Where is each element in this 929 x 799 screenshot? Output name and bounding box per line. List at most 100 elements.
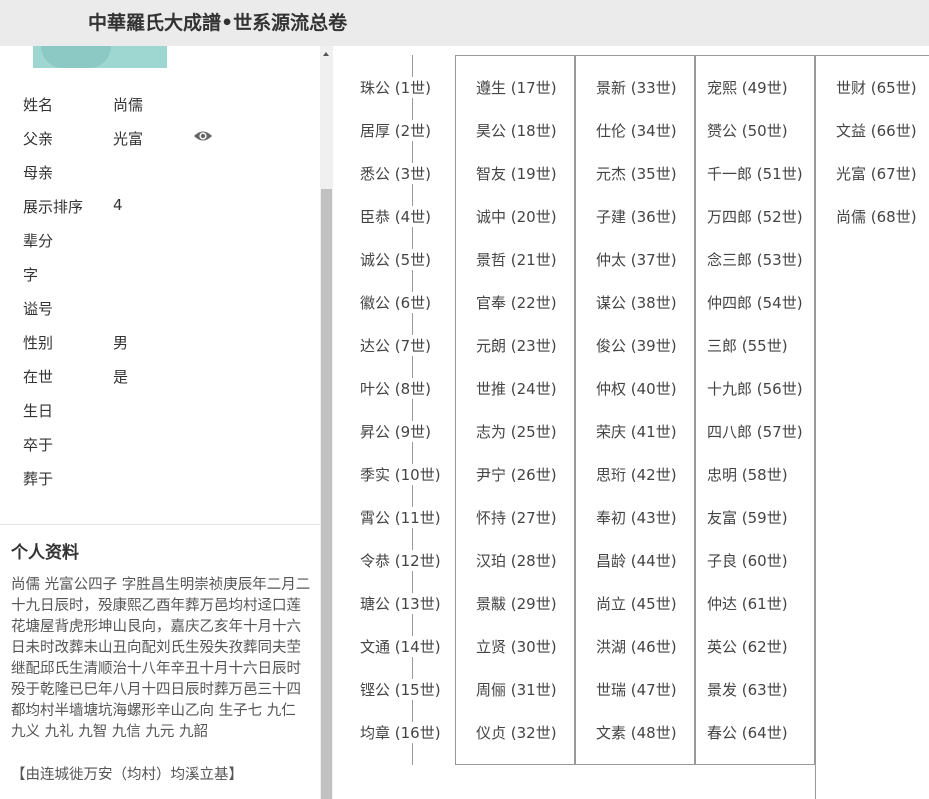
scroll-thumb[interactable] xyxy=(321,189,332,799)
lineage-node[interactable]: 官奉 (22世) xyxy=(474,292,559,313)
lineage-node[interactable]: 奉初 (43世) xyxy=(594,507,679,528)
field-label: 谥号 xyxy=(23,300,54,318)
lineage-node[interactable]: 尹宁 (26世) xyxy=(474,464,559,485)
field-value: 男 xyxy=(113,334,129,352)
scroll-up-arrow-icon[interactable] xyxy=(323,52,329,56)
lineage-node[interactable]: 忠明 (58世) xyxy=(705,464,790,485)
lineage-node[interactable]: 世财 (65世) xyxy=(834,77,919,98)
field-row: 母亲 xyxy=(0,162,320,196)
field-value: 是 xyxy=(113,368,129,386)
lineage-node[interactable]: 仪贞 (32世) xyxy=(474,722,559,743)
lineage-node[interactable]: 赟公 (50世) xyxy=(705,120,790,141)
lineage-node[interactable]: 昊公 (18世) xyxy=(474,120,559,141)
field-row: 姓名 尚儒 xyxy=(0,94,320,128)
field-row: 字 xyxy=(0,264,320,298)
lineage-node[interactable]: 仲四郎 (54世) xyxy=(705,292,805,313)
lineage-node[interactable]: 俊公 (39世) xyxy=(594,335,679,356)
lineage-node[interactable]: 念三郎 (53世) xyxy=(705,249,805,270)
lineage-node[interactable]: 诚公 (5世) xyxy=(358,249,434,270)
lineage-node[interactable]: 季实 (10世) xyxy=(358,464,443,485)
person-panel: 姓名 尚儒 父亲 光富 母亲 展示排序 4 辈分字谥号 性别 男在世 是生日 卒于 葬于 个人资料 尚儒… xyxy=(0,46,320,799)
lineage-node[interactable]: 遵生 (17世) xyxy=(474,77,559,98)
lineage-node[interactable]: 三郎 (55世) xyxy=(705,335,790,356)
lineage-node[interactable]: 仲达 (61世) xyxy=(705,593,790,614)
lineage-node[interactable]: 霄公 (11世) xyxy=(358,507,443,528)
lineage-node[interactable]: 叶公 (8世) xyxy=(358,378,434,399)
lineage-node[interactable]: 万四郎 (52世) xyxy=(705,206,805,227)
field-label: 字 xyxy=(23,266,39,284)
lineage-node[interactable]: 周俪 (31世) xyxy=(474,679,559,700)
eye-icon[interactable] xyxy=(193,129,213,143)
lineage-node[interactable]: 子良 (60世) xyxy=(705,550,790,571)
lineage-node[interactable]: 昌龄 (44世) xyxy=(594,550,679,571)
lineage-node[interactable]: 宠熙 (49世) xyxy=(705,77,790,98)
lineage-node[interactable]: 昇公 (9世) xyxy=(358,421,434,442)
field-label: 母亲 xyxy=(23,164,54,182)
lineage-node[interactable]: 十九郎 (56世) xyxy=(705,378,805,399)
field-value: 4 xyxy=(113,196,123,214)
lineage-node[interactable]: 友富 (59世) xyxy=(705,507,790,528)
field-value: 光富 xyxy=(113,130,144,148)
lineage-node[interactable]: 徽公 (6世) xyxy=(358,292,434,313)
lineage-node[interactable]: 荣庆 (41世) xyxy=(594,421,679,442)
lineage-node[interactable]: 谋公 (38世) xyxy=(594,292,679,313)
lineage-node[interactable]: 仲太 (37世) xyxy=(594,249,679,270)
generation-column xyxy=(575,55,695,765)
lineage-node[interactable]: 仕伦 (34世) xyxy=(594,120,679,141)
lineage-node[interactable]: 景新 (33世) xyxy=(594,77,679,98)
field-label: 生日 xyxy=(23,402,54,420)
field-label: 葬于 xyxy=(23,470,54,488)
divider xyxy=(0,524,320,525)
lineage-node[interactable]: 文益 (66世) xyxy=(834,120,919,141)
lineage-node[interactable]: 达公 (7世) xyxy=(358,335,434,356)
lineage-tree: 珠公 (1世) 居厚 (2世) 悉公 (3世) 臣恭 (4世) 诚公 (5世) 徽公 (6… xyxy=(333,46,929,799)
lineage-node[interactable]: 汉珀 (28世) xyxy=(474,550,559,571)
lineage-node[interactable]: 珠公 (1世) xyxy=(358,77,434,98)
lineage-node[interactable]: 文素 (48世) xyxy=(594,722,679,743)
lineage-node[interactable]: 光富 (67世) xyxy=(834,163,919,184)
generation-column xyxy=(695,55,815,765)
lineage-node[interactable]: 令恭 (12世) xyxy=(358,550,443,571)
field-label: 展示排序 xyxy=(23,198,84,216)
lineage-node[interactable]: 四八郎 (57世) xyxy=(705,421,805,442)
lineage-node[interactable]: 志为 (25世) xyxy=(474,421,559,442)
lineage-node[interactable]: 千一郎 (51世) xyxy=(705,163,805,184)
lineage-node[interactable]: 悉公 (3世) xyxy=(358,163,434,184)
lineage-node[interactable]: 诚中 (20世) xyxy=(474,206,559,227)
lineage-node[interactable]: 瑭公 (13世) xyxy=(358,593,443,614)
lineage-node[interactable]: 智友 (19世) xyxy=(474,163,559,184)
lineage-node[interactable]: 均章 (16世) xyxy=(358,722,443,743)
lineage-node[interactable]: 元朗 (23世) xyxy=(474,335,559,356)
lineage-node[interactable]: 子建 (36世) xyxy=(594,206,679,227)
field-value: 尚儒 xyxy=(113,96,144,114)
lineage-node[interactable]: 尚立 (45世) xyxy=(594,593,679,614)
lineage-node[interactable]: 春公 (64世) xyxy=(705,722,790,743)
lineage-node[interactable]: 怀持 (27世) xyxy=(474,507,559,528)
field-label: 在世 xyxy=(23,368,54,386)
field-row: 性别 男 xyxy=(0,332,320,366)
field-label: 性别 xyxy=(23,334,54,352)
lineage-node[interactable]: 景黻 (29世) xyxy=(474,593,559,614)
field-label: 辈分 xyxy=(23,232,54,250)
lineage-node[interactable]: 尚儒 (68世) xyxy=(834,206,919,227)
lineage-node[interactable]: 仲权 (40世) xyxy=(594,378,679,399)
page-title: 中華羅氏大成譜•世系源流总卷 xyxy=(88,12,348,34)
lineage-node[interactable]: 臣恭 (4世) xyxy=(358,206,434,227)
profile-title: 个人资料 xyxy=(11,543,79,563)
field-row: 生日 xyxy=(0,400,320,434)
lineage-node[interactable]: 元杰 (35世) xyxy=(594,163,679,184)
lineage-node[interactable]: 立贤 (30世) xyxy=(474,636,559,657)
scrollbar[interactable] xyxy=(320,46,333,799)
lineage-node[interactable]: 文通 (14世) xyxy=(358,636,443,657)
lineage-node[interactable]: 英公 (62世) xyxy=(705,636,790,657)
lineage-node[interactable]: 洪湖 (46世) xyxy=(594,636,679,657)
generation-column xyxy=(455,55,575,765)
field-label: 卒于 xyxy=(23,436,54,454)
lineage-node[interactable]: 世推 (24世) xyxy=(474,378,559,399)
lineage-node[interactable]: 居厚 (2世) xyxy=(358,120,434,141)
lineage-node[interactable]: 景哲 (21世) xyxy=(474,249,559,270)
lineage-node[interactable]: 世瑞 (47世) xyxy=(594,679,679,700)
lineage-node[interactable]: 铿公 (15世) xyxy=(358,679,443,700)
lineage-node[interactable]: 景发 (63世) xyxy=(705,679,790,700)
lineage-node[interactable]: 思珩 (42世) xyxy=(594,464,679,485)
